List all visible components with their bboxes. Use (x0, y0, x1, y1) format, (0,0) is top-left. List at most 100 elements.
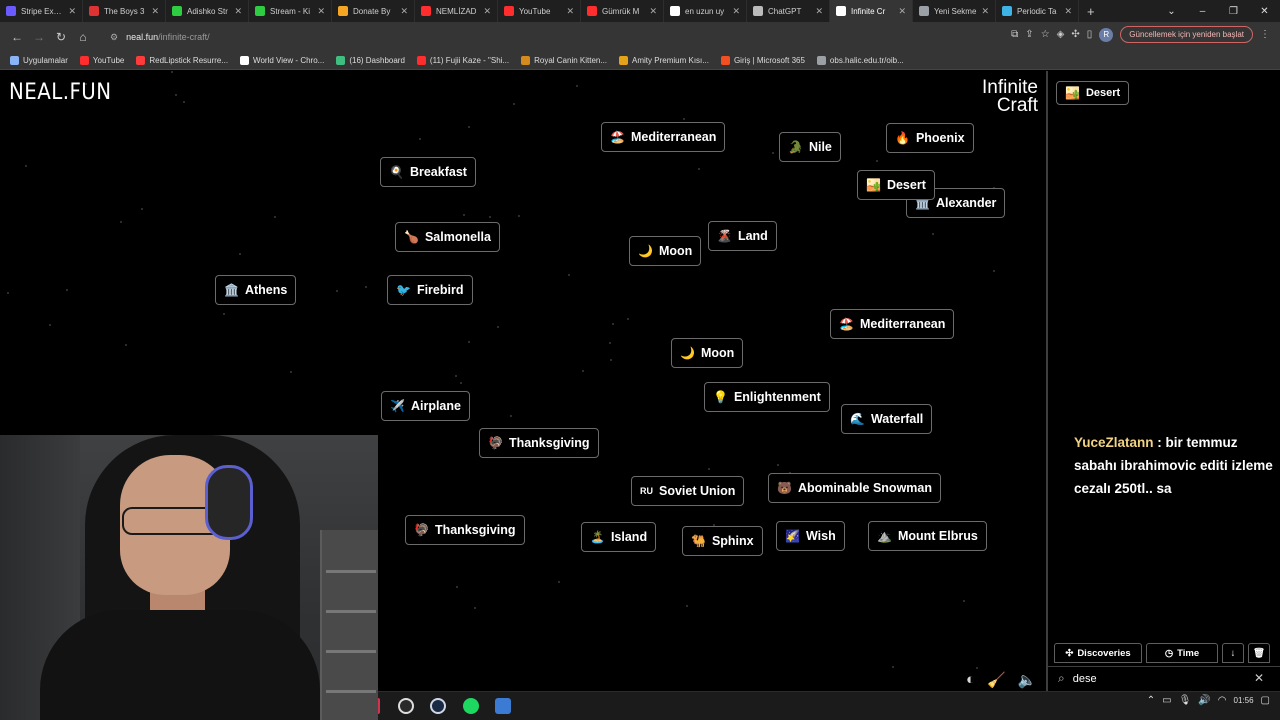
update-button[interactable]: Güncellemek için yeniden başlat (1120, 26, 1253, 43)
browser-tab[interactable]: NEMLİZAD ✕ (415, 0, 498, 22)
tab-close-icon[interactable]: ✕ (898, 6, 906, 17)
extensions-puzzle-icon[interactable]: ✣ (1071, 29, 1079, 40)
browser-tab[interactable]: Infinite Cr ✕ (830, 0, 913, 22)
wifi-icon[interactable]: ◠ (1218, 695, 1227, 706)
element-chip-mount-elbrus[interactable]: ⛰️ Mount Elbrus (868, 521, 987, 551)
clear-broom-icon[interactable]: 🧹 (987, 671, 1006, 689)
element-chip-wish[interactable]: 🌠 Wish (776, 521, 845, 551)
element-chip-phoenix[interactable]: 🔥 Phoenix (886, 123, 974, 153)
browser-tab[interactable]: Gümrük M ✕ (581, 0, 664, 22)
tab-close-icon[interactable]: ✕ (732, 6, 740, 17)
tab-close-icon[interactable]: ✕ (815, 6, 823, 17)
new-tab-button[interactable]: + (1079, 4, 1103, 19)
share-icon[interactable]: ⇪ (1025, 29, 1033, 40)
tab-close-icon[interactable]: ✕ (566, 6, 574, 17)
element-chip-firebird[interactable]: 🐦 Firebird (387, 275, 473, 305)
browser-tab[interactable]: Stripe Expre ✕ (0, 0, 83, 22)
volume-icon[interactable]: 🔊 (1198, 695, 1210, 706)
browser-tab[interactable]: Periodic Ta ✕ (996, 0, 1079, 22)
search-bar[interactable]: ⌕ dese ✕ (1048, 666, 1280, 690)
steam-icon[interactable] (430, 698, 446, 714)
maximize-button[interactable]: ❐ (1218, 6, 1249, 17)
translate-icon[interactable]: ⧉ (1011, 29, 1018, 40)
element-chip-airplane[interactable]: ✈️ Airplane (381, 391, 470, 421)
browser-tab[interactable]: Yeni Sekme ✕ (913, 0, 996, 22)
tab-close-icon[interactable]: ✕ (649, 6, 657, 17)
bookmark-item[interactable]: obs.halic.edu.tr/oib... (816, 56, 904, 65)
browser-tab[interactable]: Donate By ✕ (332, 0, 415, 22)
menu-icon[interactable]: ⋮ (1260, 29, 1270, 40)
neal-fun-logo[interactable]: NEAL.FUN (9, 80, 111, 105)
profile-avatar[interactable]: R (1099, 27, 1114, 42)
bookmark-star-icon[interactable]: ☆ (1041, 29, 1050, 40)
tab-close-icon[interactable]: ✕ (483, 6, 491, 17)
element-chip-thanksgiving[interactable]: 🦃 Thanksgiving (405, 515, 525, 545)
tray-chevron-icon[interactable]: ⌃ (1147, 695, 1155, 706)
address-bar[interactable]: ⚙ neal.fun/infinite-craft/ (100, 26, 930, 48)
tab-close-icon[interactable]: ✕ (317, 6, 325, 17)
clear-search-icon[interactable]: ✕ (1254, 671, 1264, 685)
bookmark-item[interactable]: Royal Canin Kitten... (521, 56, 607, 65)
tab-time[interactable]: ◷ Time (1146, 643, 1218, 663)
element-chip-salmonella[interactable]: 🍗 Salmonella (395, 222, 500, 252)
browser-tab[interactable]: The Boys 3 ✕ (83, 0, 166, 22)
tab-close-icon[interactable]: ✕ (400, 6, 408, 17)
tab-discoveries[interactable]: ✣ Discoveries (1054, 643, 1142, 663)
spotify-icon[interactable] (463, 698, 479, 714)
tab-close-icon[interactable]: ✕ (234, 6, 242, 17)
extension-icon[interactable]: ◈ (1057, 29, 1065, 40)
element-chip-waterfall[interactable]: 🌊 Waterfall (841, 404, 933, 434)
element-chip-thanksgiving[interactable]: 🦃 Thanksgiving (479, 428, 599, 458)
side-panel-icon[interactable]: ▯ (1087, 29, 1093, 40)
element-chip-mediterranean[interactable]: 🏖️ Mediterranean (601, 122, 726, 152)
tab-close-icon[interactable]: ✕ (981, 6, 989, 17)
bookmark-item[interactable]: (16) Dashboard (336, 56, 405, 65)
reload-icon[interactable]: ↻ (50, 30, 72, 44)
home-icon[interactable]: ⌂ (72, 30, 94, 44)
element-chip-land[interactable]: 🌋 Land (708, 221, 777, 251)
browser-tab[interactable]: YouTube ✕ (498, 0, 581, 22)
bookmark-item[interactable]: World View - Chro... (240, 56, 324, 65)
bookmark-item[interactable]: YouTube (79, 56, 124, 65)
explorer-icon[interactable] (495, 698, 511, 714)
search-input[interactable]: dese (1073, 673, 1097, 685)
element-chip-enlightenment[interactable]: 💡 Enlightenment (704, 382, 830, 412)
sort-direction-button[interactable]: ↓ (1222, 643, 1244, 663)
browser-tab[interactable]: en uzun uy ✕ (664, 0, 747, 22)
clock[interactable]: 01:56 (1234, 696, 1254, 706)
obs-icon[interactable] (398, 698, 414, 714)
browser-tab[interactable]: Stream - Ki ✕ (249, 0, 332, 22)
element-chip-desert[interactable]: 🏜️ Desert (857, 170, 935, 200)
sidebar-item-desert[interactable]: 🏜️ Desert (1056, 81, 1130, 105)
dark-mode-icon[interactable]: ◐ (966, 671, 975, 689)
element-chip-breakfast[interactable]: 🍳 Breakfast (380, 157, 476, 187)
minimize-button[interactable]: – (1187, 6, 1218, 17)
element-chip-soviet-union[interactable]: RU Soviet Union (631, 476, 745, 506)
back-icon[interactable]: ← (6, 30, 28, 44)
bookmark-item[interactable]: Amity Premium Kısı... (619, 56, 709, 65)
element-chip-abominable-snowman[interactable]: 🐻 Abominable Snowman (768, 473, 941, 503)
microphone-icon[interactable]: 🎙 (1179, 695, 1192, 706)
tab-close-icon[interactable]: ✕ (1064, 6, 1072, 17)
browser-tab[interactable]: Adishko Str ✕ (166, 0, 249, 22)
sound-icon[interactable]: 🔈 (1018, 671, 1037, 689)
element-chip-moon[interactable]: 🌙 Moon (671, 338, 744, 368)
browser-tab[interactable]: ChatGPT ✕ (747, 0, 830, 22)
element-chip-moon[interactable]: 🌙 Moon (629, 236, 702, 266)
bookmark-item[interactable]: RedLipstick Resurre... (136, 56, 228, 65)
element-chip-nile[interactable]: 🐊 Nile (779, 132, 841, 162)
site-info-icon[interactable]: ⚙ (110, 32, 118, 43)
battery-icon[interactable]: ▭ (1162, 695, 1171, 706)
tab-close-icon[interactable]: ✕ (68, 6, 76, 17)
element-chip-island[interactable]: 🏝️ Island (581, 522, 657, 552)
notifications-icon[interactable]: ▢ (1261, 695, 1270, 706)
tab-close-icon[interactable]: ✕ (151, 6, 159, 17)
delete-button[interactable]: 🗑 (1248, 643, 1270, 663)
element-chip-mediterranean[interactable]: 🏖️ Mediterranean (830, 309, 955, 339)
bookmark-item[interactable]: Giriş | Microsoft 365 (720, 56, 805, 65)
element-chip-sphinx[interactable]: 🐫 Sphinx (682, 526, 763, 556)
element-chip-athens[interactable]: 🏛️ Athens (215, 275, 297, 305)
bookmark-item[interactable]: (11) Fujii Kaze - "Shi... (416, 56, 509, 65)
tab-search-icon[interactable]: ⌄ (1156, 6, 1187, 17)
forward-icon[interactable]: → (28, 30, 50, 44)
